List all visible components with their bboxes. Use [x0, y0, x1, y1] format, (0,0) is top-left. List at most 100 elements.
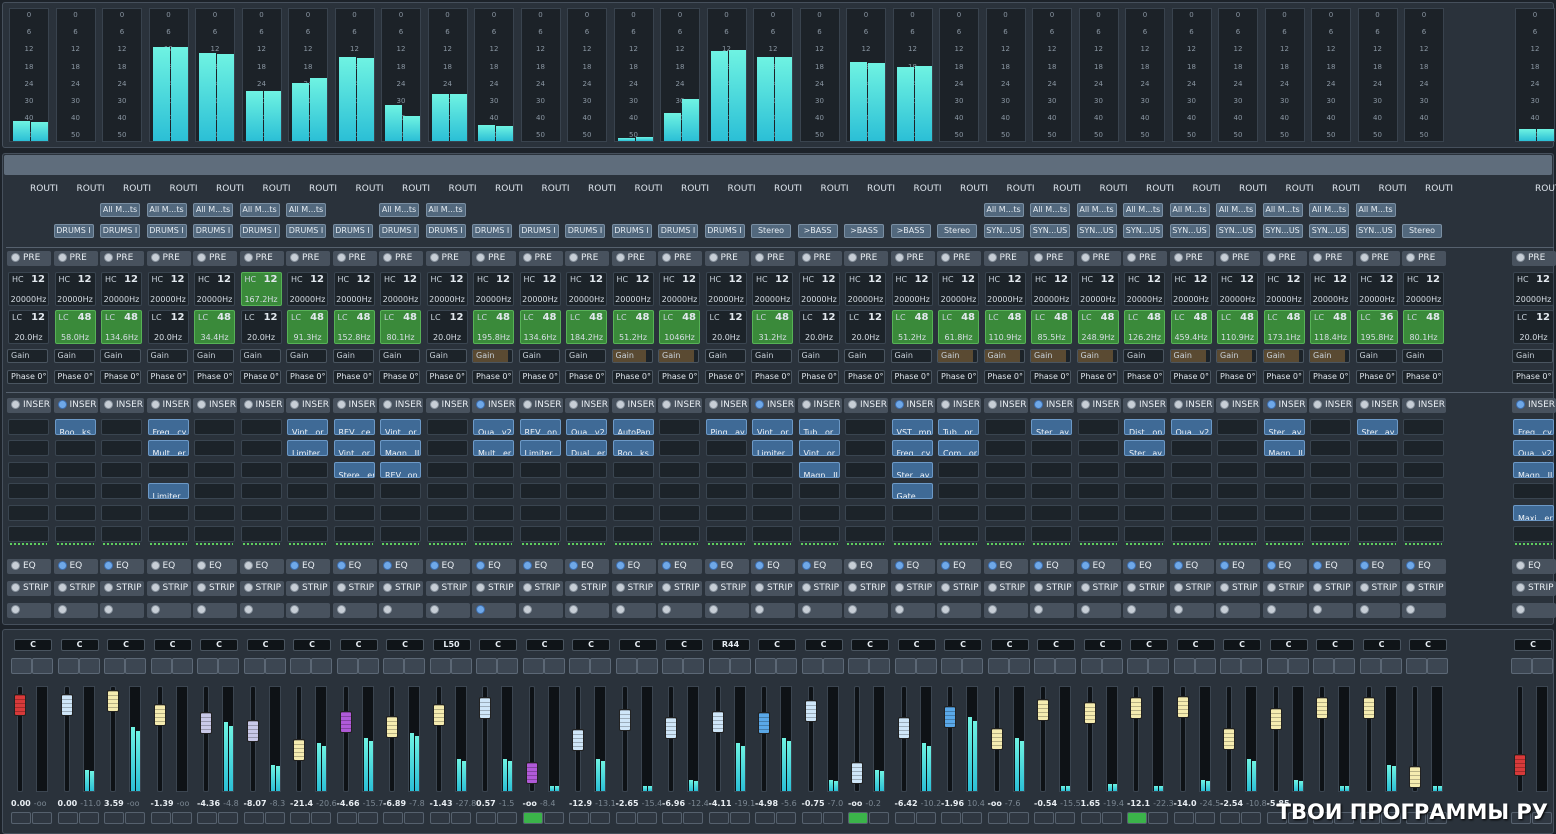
strip-header[interactable]: STRIP	[286, 581, 330, 596]
eq-header[interactable]: EQ	[332, 559, 377, 574]
sends-toggle-icon[interactable]	[1266, 605, 1276, 614]
phase-button[interactable]: Phase 0°	[751, 370, 792, 384]
insert-slot[interactable]: Limiter	[519, 440, 561, 457]
insert-slot[interactable]	[984, 526, 1026, 542]
eq-toggle-icon[interactable]	[894, 561, 904, 570]
insert-slot[interactable]	[1263, 504, 1305, 521]
gain-slider[interactable]: Gain	[332, 349, 374, 363]
routing-input-button[interactable]: All M...ts	[1169, 203, 1210, 217]
strip-header[interactable]: STRIP	[332, 581, 377, 596]
high-cut-filter[interactable]: HC 12 20000Hz	[147, 272, 189, 306]
gain-slider[interactable]: Gain	[1123, 349, 1164, 363]
mute-button[interactable]	[1266, 658, 1288, 674]
automation-read-button[interactable]	[150, 812, 171, 824]
solo-button[interactable]	[1241, 658, 1262, 674]
sends-header[interactable]: SENDS	[193, 603, 237, 618]
insert-slot[interactable]	[612, 504, 654, 521]
strip-toggle-icon[interactable]	[383, 583, 392, 592]
insert-slot[interactable]	[845, 461, 886, 478]
solo-button[interactable]	[1148, 658, 1169, 674]
solo-button[interactable]	[450, 658, 472, 674]
fader-handle[interactable]	[1316, 696, 1328, 719]
insert-slot[interactable]: Roo...ks	[612, 440, 654, 457]
inserts-header[interactable]: INSER	[193, 398, 237, 413]
insert-slot[interactable]: Freq...cy	[1513, 419, 1554, 435]
strip-header[interactable]: STRIP	[425, 581, 470, 596]
strip-toggle-icon[interactable]	[429, 583, 439, 592]
insert-slot[interactable]	[1310, 483, 1351, 500]
insert-slot[interactable]	[240, 483, 282, 500]
gain-slider[interactable]: Gain	[379, 349, 420, 363]
eq-toggle-icon[interactable]	[1220, 561, 1229, 570]
low-cut-filter[interactable]: LC 12 20.0Hz	[1513, 310, 1554, 344]
routing-input-button[interactable]: All M...ts	[1309, 203, 1349, 217]
insert-slot[interactable]	[1403, 419, 1444, 435]
pre-toggle-icon[interactable]	[1034, 253, 1043, 262]
high-cut-filter[interactable]: HC 12 20000Hz	[1217, 272, 1258, 306]
pan-control[interactable]: C	[107, 639, 145, 651]
insert-slot[interactable]	[1124, 483, 1165, 500]
phase-button[interactable]: Phase 0°	[379, 370, 420, 384]
insert-slot[interactable]: Ster...ay	[1124, 440, 1165, 457]
inserts-header[interactable]: INSER	[1169, 398, 1214, 413]
low-cut-filter[interactable]: LC 48 51.2Hz	[891, 310, 933, 344]
high-cut-filter[interactable]: HC 12 20000Hz	[1403, 272, 1444, 306]
sends-header[interactable]: SENDS	[53, 603, 98, 618]
automation-write-button[interactable]	[1241, 812, 1261, 824]
strip-toggle-icon[interactable]	[11, 583, 20, 592]
solo-button[interactable]	[822, 658, 844, 674]
insert-slot[interactable]: Com...or	[938, 440, 979, 457]
automation-write-button[interactable]	[636, 812, 657, 824]
strip-header[interactable]: STRIP	[1216, 581, 1260, 596]
mute-button[interactable]	[1313, 658, 1334, 674]
fader-handle[interactable]	[339, 711, 352, 734]
routing-output-button[interactable]: DRUMS I	[425, 224, 466, 238]
insert-slot[interactable]	[8, 419, 49, 435]
inserts-header[interactable]: INSER	[146, 398, 191, 413]
solo-button[interactable]	[1287, 658, 1309, 674]
fader-handle[interactable]	[153, 704, 166, 727]
fader-handle[interactable]	[1223, 728, 1235, 750]
phase-button[interactable]: Phase 0°	[983, 370, 1025, 384]
insert-slot[interactable]	[566, 461, 607, 478]
low-cut-filter[interactable]: LC 48 118.4Hz	[1310, 310, 1351, 344]
routing-output-button[interactable]: DRUMS I	[704, 224, 745, 238]
pre-header[interactable]: PRE	[983, 251, 1028, 266]
sends-toggle-icon[interactable]	[848, 605, 857, 614]
inserts-header[interactable]: INSER	[1076, 398, 1121, 413]
automation-read-button[interactable]	[197, 812, 217, 824]
sends-toggle-icon[interactable]	[708, 605, 718, 614]
eq-toggle-icon[interactable]	[1127, 561, 1136, 570]
routing-output-button[interactable]: DRUMS I	[565, 224, 605, 238]
eq-toggle-icon[interactable]	[336, 561, 346, 570]
sends-toggle-icon[interactable]	[383, 605, 392, 614]
gain-slider[interactable]: Gain	[983, 349, 1025, 363]
insert-slot[interactable]: Stere...er	[333, 461, 375, 478]
automation-read-button[interactable]	[336, 812, 357, 824]
insert-slot[interactable]	[705, 461, 747, 478]
pre-toggle-icon[interactable]	[1173, 253, 1183, 262]
sends-toggle-icon[interactable]	[1359, 605, 1369, 614]
phase-button[interactable]: Phase 0°	[53, 370, 95, 384]
strip-toggle-icon[interactable]	[755, 583, 764, 592]
insert-slot[interactable]: Tub...or	[798, 419, 840, 435]
inserts-toggle-icon[interactable]	[848, 400, 857, 409]
insert-slot[interactable]	[1310, 504, 1351, 521]
eq-header[interactable]: EQ	[844, 559, 888, 574]
insert-slot[interactable]	[380, 526, 421, 542]
strip-toggle-icon[interactable]	[941, 583, 950, 592]
low-cut-filter[interactable]: LC 12 20.0Hz	[426, 310, 468, 344]
eq-toggle-icon[interactable]	[243, 561, 253, 570]
insert-slot[interactable]	[1170, 483, 1212, 500]
strip-toggle-icon[interactable]	[1127, 583, 1136, 592]
automation-read-button[interactable]	[383, 812, 403, 824]
automation-read-button[interactable]	[476, 812, 496, 824]
strip-toggle-icon[interactable]	[1266, 583, 1276, 592]
high-cut-filter[interactable]: HC 12 20000Hz	[54, 272, 96, 306]
eq-header[interactable]: EQ	[1076, 559, 1121, 574]
eq-toggle-icon[interactable]	[1516, 561, 1525, 570]
routing-input-button[interactable]: All M...ts	[1216, 203, 1256, 217]
automation-read-button[interactable]	[1173, 812, 1194, 824]
phase-button[interactable]: Phase 0°	[1402, 370, 1443, 384]
insert-slot[interactable]	[473, 483, 514, 500]
